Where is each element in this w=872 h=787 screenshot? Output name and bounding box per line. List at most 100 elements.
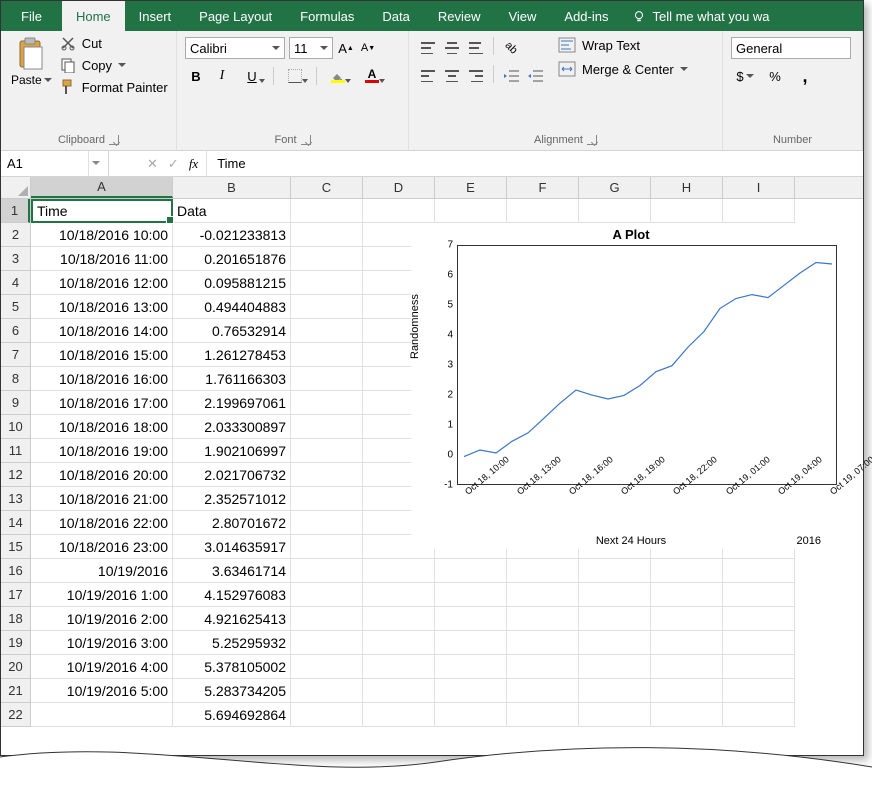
cell-H1[interactable]: [651, 199, 723, 223]
row-header-16[interactable]: 16: [1, 559, 30, 583]
cell-A18[interactable]: 10/19/2016 2:00: [31, 607, 173, 631]
cell-A7[interactable]: 10/18/2016 15:00: [31, 343, 173, 367]
row-header-14[interactable]: 14: [1, 511, 30, 535]
row-header-20[interactable]: 20: [1, 655, 30, 679]
embedded-chart[interactable]: A Plot Randomness -101234567 Oct 18, 10:…: [411, 223, 851, 549]
cell-E19[interactable]: [435, 631, 507, 655]
cell-C12[interactable]: [291, 463, 363, 487]
select-all-corner[interactable]: [1, 177, 31, 199]
cell-G17[interactable]: [579, 583, 651, 607]
cell-H22[interactable]: [651, 703, 723, 727]
orientation-button[interactable]: ab: [500, 37, 522, 59]
menu-page-layout[interactable]: Page Layout: [185, 1, 286, 31]
font-color-button[interactable]: A: [357, 65, 387, 87]
cell-A9[interactable]: 10/18/2016 17:00: [31, 391, 173, 415]
cell-G18[interactable]: [579, 607, 651, 631]
cell-B7[interactable]: 1.261278453: [173, 343, 291, 367]
row-header-10[interactable]: 10: [1, 415, 30, 439]
cell-A21[interactable]: 10/19/2016 5:00: [31, 679, 173, 703]
cell-B2[interactable]: -0.021233813: [173, 223, 291, 247]
cell-E22[interactable]: [435, 703, 507, 727]
cut-button[interactable]: Cut: [60, 35, 168, 51]
cell-D18[interactable]: [363, 607, 435, 631]
row-header-11[interactable]: 11: [1, 439, 30, 463]
cell-H16[interactable]: [651, 559, 723, 583]
row-header-2[interactable]: 2: [1, 223, 30, 247]
cell-C9[interactable]: [291, 391, 363, 415]
row-header-19[interactable]: 19: [1, 631, 30, 655]
number-format-select[interactable]: General: [731, 37, 851, 59]
cell-C1[interactable]: [291, 199, 363, 223]
font-name-select[interactable]: Calibri: [185, 37, 285, 59]
menu-formulas[interactable]: Formulas: [286, 1, 368, 31]
column-header-h[interactable]: H: [651, 177, 723, 198]
cell-B11[interactable]: 1.902106997: [173, 439, 291, 463]
cell-C17[interactable]: [291, 583, 363, 607]
align-bottom-button[interactable]: [465, 37, 487, 59]
cell-F20[interactable]: [507, 655, 579, 679]
cell-B10[interactable]: 2.033300897: [173, 415, 291, 439]
cell-A1[interactable]: Time: [31, 199, 173, 223]
increase-font-button[interactable]: A▲: [337, 39, 355, 57]
menu-file[interactable]: File: [1, 1, 62, 31]
cell-A8[interactable]: 10/18/2016 16:00: [31, 367, 173, 391]
menu-insert[interactable]: Insert: [125, 1, 186, 31]
cell-A10[interactable]: 10/18/2016 18:00: [31, 415, 173, 439]
cell-C10[interactable]: [291, 415, 363, 439]
decrease-font-button[interactable]: A▼: [359, 39, 377, 57]
row-header-1[interactable]: 1: [1, 199, 30, 223]
dialog-launcher-icon[interactable]: [301, 135, 311, 145]
name-box-dropdown[interactable]: [88, 151, 102, 176]
cell-B15[interactable]: 3.014635917: [173, 535, 291, 559]
cell-B6[interactable]: 0.76532914: [173, 319, 291, 343]
cell-B21[interactable]: 5.283734205: [173, 679, 291, 703]
align-right-button[interactable]: [465, 65, 487, 87]
column-header-e[interactable]: E: [435, 177, 507, 198]
cell-A12[interactable]: 10/18/2016 20:00: [31, 463, 173, 487]
cell-I20[interactable]: [723, 655, 795, 679]
increase-indent-button[interactable]: [524, 65, 546, 87]
cell-C18[interactable]: [291, 607, 363, 631]
cell-A3[interactable]: 10/18/2016 11:00: [31, 247, 173, 271]
cell-A13[interactable]: 10/18/2016 21:00: [31, 487, 173, 511]
cell-B4[interactable]: 0.095881215: [173, 271, 291, 295]
cell-G1[interactable]: [579, 199, 651, 223]
cell-H17[interactable]: [651, 583, 723, 607]
cell-F18[interactable]: [507, 607, 579, 631]
cell-D17[interactable]: [363, 583, 435, 607]
cell-C3[interactable]: [291, 247, 363, 271]
cell-H19[interactable]: [651, 631, 723, 655]
cell-F19[interactable]: [507, 631, 579, 655]
cell-A17[interactable]: 10/19/2016 1:00: [31, 583, 173, 607]
row-header-5[interactable]: 5: [1, 295, 30, 319]
menu-review[interactable]: Review: [424, 1, 495, 31]
cell-A15[interactable]: 10/18/2016 23:00: [31, 535, 173, 559]
cell-E20[interactable]: [435, 655, 507, 679]
cell-D19[interactable]: [363, 631, 435, 655]
cell-I16[interactable]: [723, 559, 795, 583]
cell-E1[interactable]: [435, 199, 507, 223]
cell-C19[interactable]: [291, 631, 363, 655]
cell-G16[interactable]: [579, 559, 651, 583]
cell-E18[interactable]: [435, 607, 507, 631]
merge-center-button[interactable]: Merge & Center: [558, 61, 688, 77]
cell-D22[interactable]: [363, 703, 435, 727]
cell-D1[interactable]: [363, 199, 435, 223]
cell-B8[interactable]: 1.761166303: [173, 367, 291, 391]
cell-C2[interactable]: [291, 223, 363, 247]
row-header-21[interactable]: 21: [1, 679, 30, 703]
cell-E17[interactable]: [435, 583, 507, 607]
fill-color-button[interactable]: [323, 65, 353, 87]
cell-D20[interactable]: [363, 655, 435, 679]
cell-I18[interactable]: [723, 607, 795, 631]
paste-button[interactable]: Paste: [9, 35, 54, 95]
italic-button[interactable]: I: [211, 65, 233, 87]
column-header-i[interactable]: I: [723, 177, 795, 198]
align-center-button[interactable]: [441, 65, 463, 87]
cell-B14[interactable]: 2.80701672: [173, 511, 291, 535]
cell-B5[interactable]: 0.494404883: [173, 295, 291, 319]
row-header-4[interactable]: 4: [1, 271, 30, 295]
cell-A20[interactable]: 10/19/2016 4:00: [31, 655, 173, 679]
cell-B22[interactable]: 5.694692864: [173, 703, 291, 727]
decrease-indent-button[interactable]: [500, 65, 522, 87]
